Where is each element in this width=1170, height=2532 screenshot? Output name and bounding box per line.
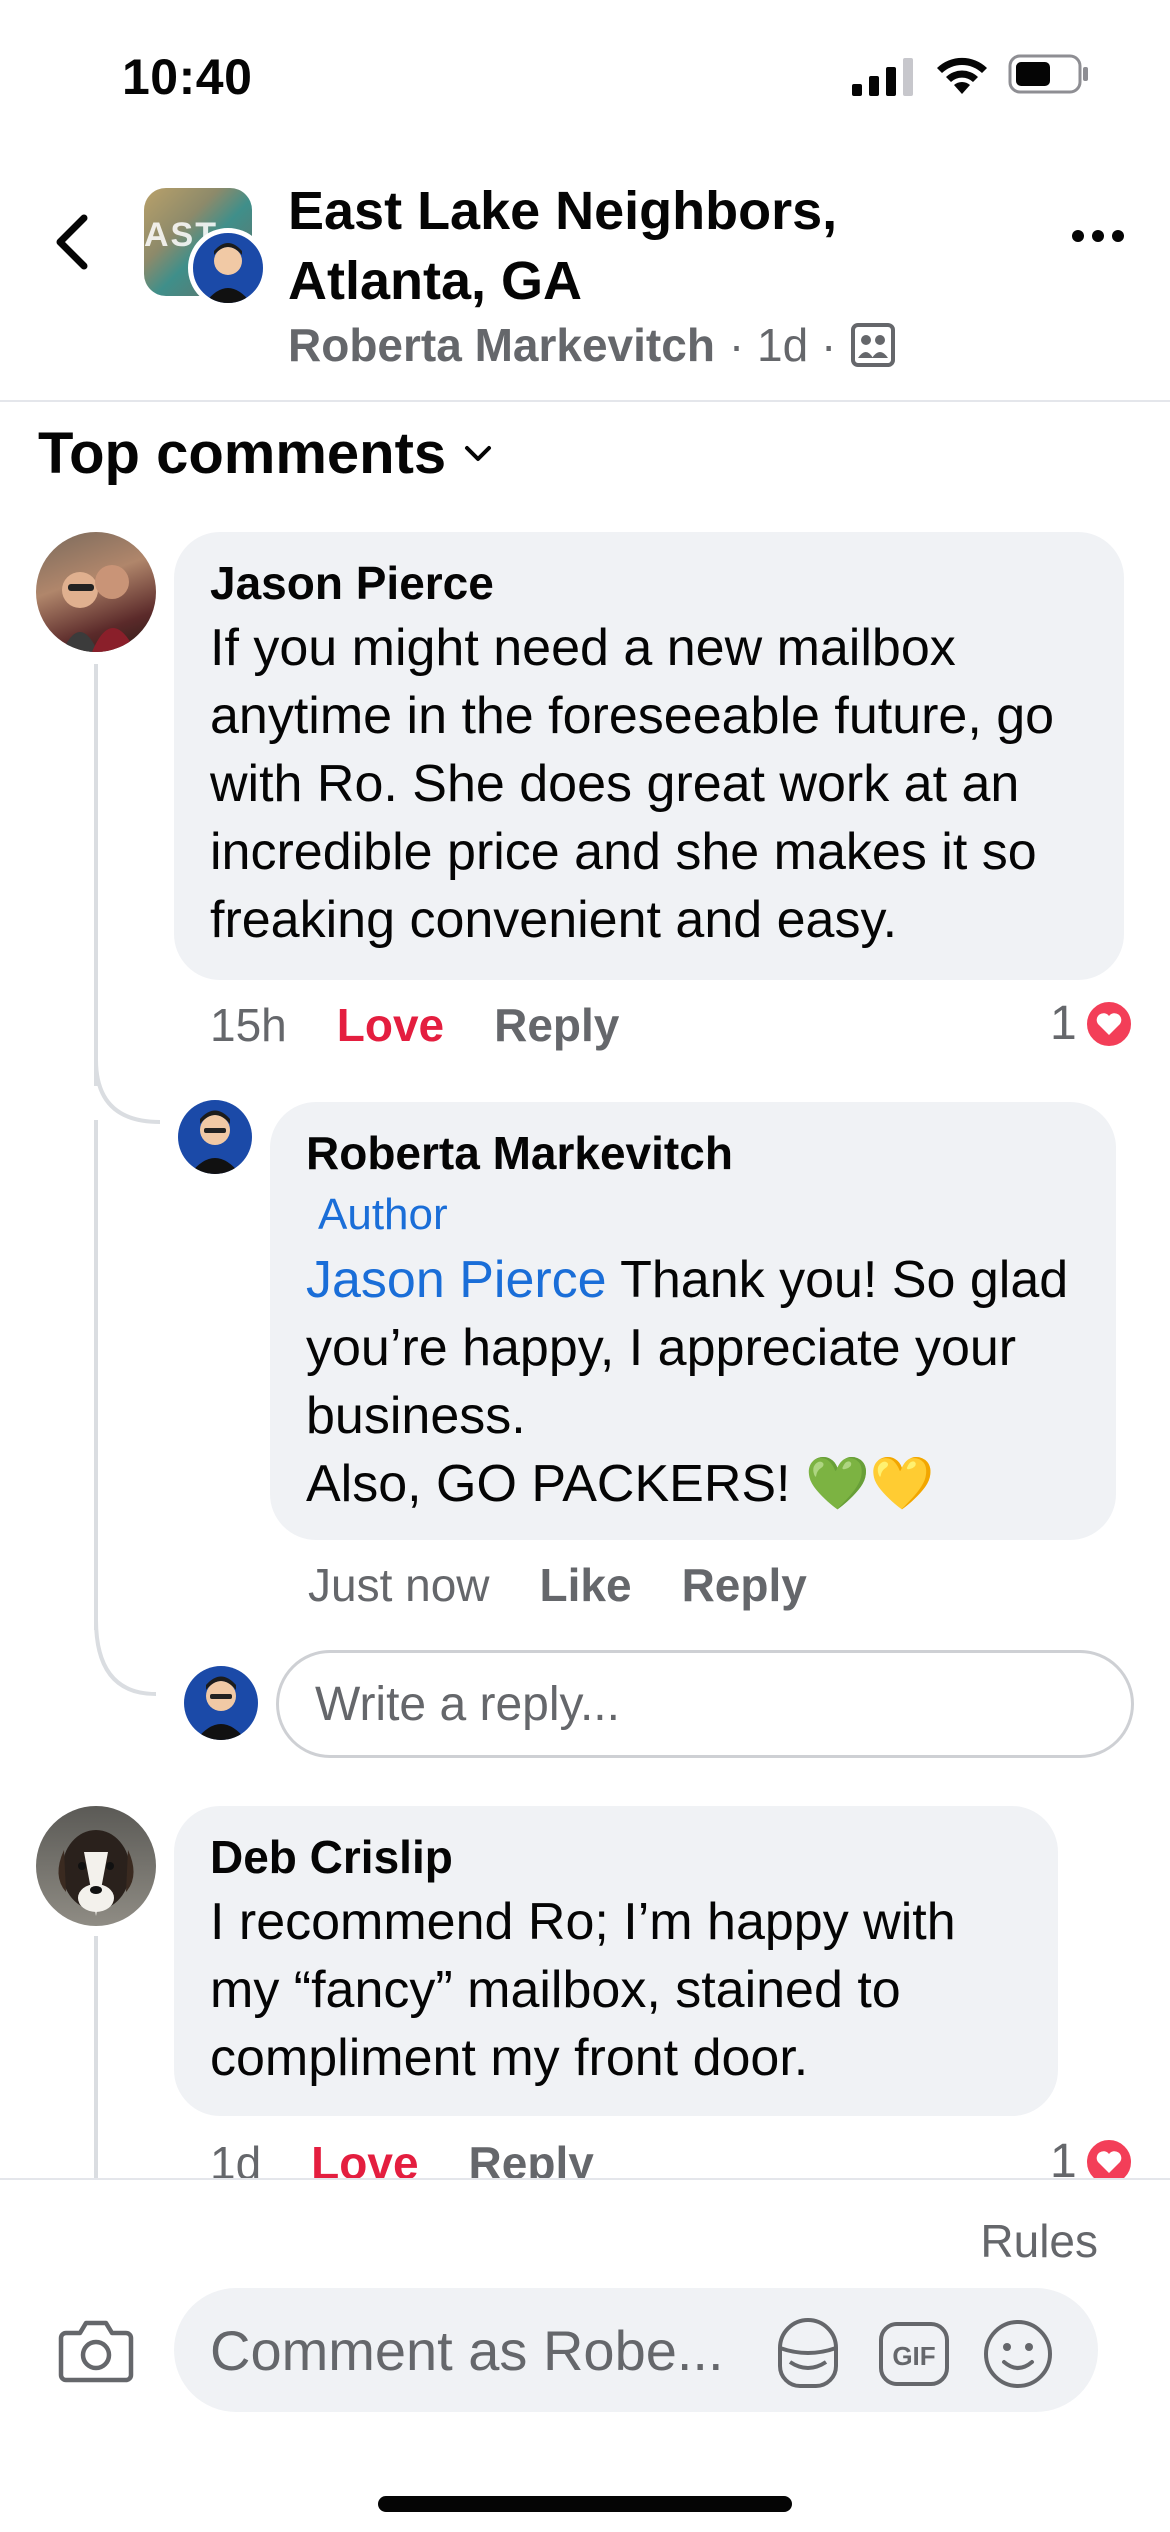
more-horizontal-icon [1072, 230, 1124, 242]
comment-bubble[interactable]: Jason Pierce If you might need a new mai… [174, 532, 1124, 980]
thread-connector [94, 1936, 98, 2178]
wifi-icon [937, 57, 987, 94]
status-time: 10:40 [122, 49, 253, 105]
more-options-button[interactable] [1068, 216, 1128, 256]
write-reply-input[interactable]: Write a reply... [276, 1650, 1134, 1758]
reply-author[interactable]: Roberta Markevitch [306, 1122, 1080, 1184]
person-silhouette-icon [196, 1676, 246, 1740]
reply-text: Jason Pierce Thank you! So glad you’re h… [306, 1246, 1080, 1450]
reply-author-avatar[interactable] [178, 1100, 252, 1174]
reply-input-placeholder: Write a reply... [315, 1677, 620, 1731]
thread-connector [94, 1120, 98, 1630]
gif-icon: GIF [879, 2322, 949, 2386]
smiley-icon [984, 2320, 1052, 2388]
comment-composer: Rules Comment as Robe... GIF [0, 2178, 1170, 2532]
comment-text: If you might need a new mailbox anytime … [210, 619, 1055, 949]
author-avatar-badge[interactable] [188, 228, 268, 308]
post-header: AST East Lake Neighbors, Atlanta, GA Rob… [0, 150, 1170, 402]
gif-button[interactable]: GIF [878, 2318, 950, 2390]
mention-link[interactable]: Jason Pierce [306, 1251, 607, 1309]
thread-connector [94, 664, 98, 1086]
section-title: Top comments [38, 421, 447, 486]
love-button[interactable]: Love [337, 998, 444, 1052]
reply-bubble[interactable]: Roberta Markevitch Author Jason Pierce T… [270, 1102, 1116, 1540]
comment-author[interactable]: Deb Crislip [210, 1826, 1022, 1888]
gif-label: GIF [892, 2341, 935, 2371]
status-bar: 10:40 [0, 0, 1170, 150]
dog-photo-icon [58, 1830, 134, 1916]
person-silhouette-icon [205, 243, 251, 303]
couple-photo-icon [62, 565, 136, 652]
commenter-avatar[interactable] [36, 532, 156, 652]
reply-button[interactable]: Reply [682, 1558, 807, 1612]
like-button[interactable]: Like [540, 1558, 632, 1612]
camera-button[interactable] [56, 2310, 136, 2390]
chevron-left-icon [56, 214, 88, 270]
battery-icon [1008, 54, 1088, 94]
comments-sort-selector[interactable]: Top comments [38, 420, 492, 487]
comment-actions: 15h Love Reply [210, 998, 619, 1052]
comment-input-placeholder: Comment as Robe... [210, 2319, 724, 2382]
cellular-signal-icon [852, 58, 913, 96]
reaction-summary[interactable]: 1 [1050, 996, 1135, 1051]
avatar-sticker-icon [778, 2318, 838, 2388]
reply-actions: Just now Like Reply [308, 1558, 807, 1612]
group-audience-icon [851, 323, 896, 367]
home-indicator [378, 2496, 792, 2512]
reply-timestamp[interactable]: Just now [308, 1558, 490, 1612]
reaction-count: 1 [1050, 997, 1077, 1050]
post-meta: · 1d · [728, 319, 837, 371]
rules-link[interactable]: Rules [980, 2214, 1098, 2268]
emoji-button[interactable] [982, 2318, 1054, 2390]
comment-author[interactable]: Jason Pierce [210, 552, 1088, 614]
current-user-avatar [184, 1666, 258, 1740]
chevron-down-icon [465, 445, 492, 461]
heart-icon [1082, 997, 1135, 1050]
comment-input[interactable]: Comment as Robe... GIF [174, 2288, 1098, 2412]
post-author-name[interactable]: Roberta Markevitch [288, 318, 715, 372]
commenter-avatar[interactable] [36, 1806, 156, 1926]
comment-text: I recommend Ro; I’m happy with my “fancy… [210, 1893, 956, 2087]
person-silhouette-icon [190, 1110, 240, 1174]
reply-button[interactable]: Reply [494, 998, 619, 1052]
group-name[interactable]: East Lake Neighbors, Atlanta, GA [288, 176, 1008, 316]
reply-text-line2: Also, GO PACKERS! 💚💛 [306, 1455, 935, 1513]
comment-timestamp[interactable]: 15h [210, 998, 287, 1052]
back-button[interactable] [42, 204, 102, 280]
avatar-sticker-button[interactable] [772, 2318, 844, 2390]
thread-connector-curve [94, 1060, 161, 1124]
post-byline: Roberta Markevitch · 1d · [288, 318, 896, 372]
thread-connector-curve [94, 1620, 157, 1696]
comment-bubble[interactable]: Deb Crislip I recommend Ro; I’m happy wi… [174, 1806, 1058, 2116]
author-badge: Author [318, 1190, 448, 1239]
camera-icon [58, 2320, 134, 2383]
